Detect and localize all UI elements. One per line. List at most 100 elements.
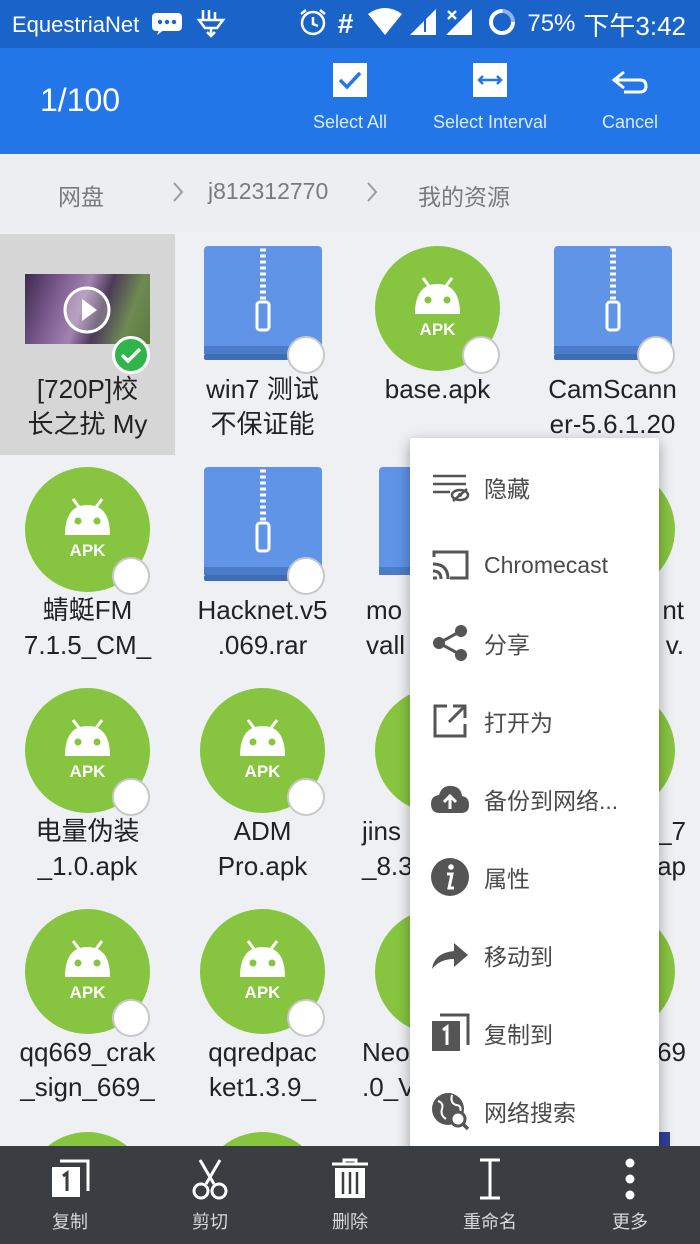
file-name: 电量伪装 _1.0.apk (35, 816, 140, 881)
undo-icon (610, 48, 650, 104)
web-search-icon (430, 1091, 470, 1131)
chevron-right-icon (170, 178, 186, 210)
menu-item-web-search[interactable]: 网络搜索 (410, 1072, 659, 1150)
menu-label: Chromecast (484, 551, 608, 578)
file-tile[interactable]: APK base.apk (350, 234, 525, 455)
hide-icon (430, 467, 470, 507)
android-apk-icon (200, 1132, 325, 1146)
menu-item-copy-to[interactable]: 复制到 (410, 994, 659, 1072)
cut-button[interactable]: 剪切 (140, 1146, 280, 1244)
carrier-name: EquestriaNet (12, 12, 140, 37)
bottom-toolbar: 复制 剪切 删除 重命名 更多 (0, 1146, 700, 1244)
copy-icon (50, 1146, 90, 1204)
menu-label: 分享 (484, 632, 530, 658)
move-icon (430, 935, 470, 975)
copy-to-icon (430, 1013, 470, 1053)
more-label: 更多 (612, 1212, 648, 1232)
file-tile[interactable]: [720P]校 长之扰 My (0, 234, 175, 455)
file-tile[interactable]: Hacknet.v5 .069.rar (175, 455, 350, 676)
cut-label: 剪切 (192, 1212, 228, 1232)
menu-label: 隐藏 (484, 476, 530, 502)
menu-item-hide[interactable]: 隐藏 (410, 448, 659, 526)
select-interval-button[interactable]: Select Interval (420, 48, 560, 154)
menu-label: 备份到网络... (484, 788, 619, 814)
battery-ring-icon (487, 7, 517, 41)
select-checkbox[interactable] (462, 336, 500, 374)
delete-label: 删除 (332, 1212, 368, 1232)
select-checkbox[interactable] (287, 557, 325, 595)
rename-button[interactable]: 重命名 (420, 1146, 560, 1244)
selected-check[interactable] (112, 336, 150, 374)
breadcrumb-my-resources[interactable]: 我的资源 (418, 178, 510, 212)
file-name: win7 测试 不保证能 (206, 374, 319, 439)
rename-label: 重命名 (463, 1212, 517, 1232)
file-name: Hacknet.v5 .069.rar (197, 595, 328, 660)
scissors-icon (190, 1146, 230, 1204)
file-name: CamScann er-5.6.1.20 (548, 374, 677, 439)
select-checkbox[interactable] (287, 336, 325, 374)
battery-percent: 75% (527, 10, 576, 37)
file-tile[interactable]: APK qq669_crak _sign_669_ (0, 897, 175, 1118)
copy-button[interactable]: 复制 (0, 1146, 140, 1244)
file-name: qq669_crak _sign_669_ (19, 1037, 156, 1102)
select-interval-label: Select Interval (432, 112, 548, 132)
file-name: 蜻蜓FM 7.1.5_CM_ (23, 595, 152, 660)
text-cursor-icon (475, 1146, 505, 1204)
breadcrumb-netdisk[interactable]: 网盘 (58, 178, 104, 212)
select-checkbox[interactable] (287, 999, 325, 1037)
info-icon (430, 857, 470, 897)
breadcrumb: 网盘 j812312770 我的资源 (0, 154, 700, 232)
menu-label: 复制到 (484, 1022, 553, 1048)
file-tile[interactable]: APK qqredpac ket1.3.9_ (175, 897, 350, 1118)
chevron-right-icon (364, 178, 380, 210)
menu-item-open-as[interactable]: 打开为 (410, 682, 659, 760)
file-name: qqredpac ket1.3.9_ (208, 1037, 317, 1102)
file-tile[interactable]: CamScann er-5.6.1.20 (525, 234, 700, 455)
menu-item-backup[interactable]: 备份到网络... (410, 760, 659, 838)
selection-count: 1/100 (40, 82, 121, 118)
menu-item-chromecast[interactable]: Chromecast (410, 526, 659, 604)
file-tile[interactable]: APK 电量伪装 _1.0.apk (0, 676, 175, 897)
menu-label: 属性 (484, 866, 530, 892)
menu-label: 网络搜索 (484, 1100, 576, 1126)
menu-label: 移动到 (484, 944, 553, 970)
hash-icon: # (337, 8, 354, 39)
interval-icon (472, 48, 508, 104)
cancel-button[interactable]: Cancel (585, 48, 675, 154)
delete-button[interactable]: 删除 (280, 1146, 420, 1244)
file-tile[interactable]: APK ADM Pro.apk (175, 676, 350, 897)
cloud-upload-icon (430, 779, 470, 819)
download-gesture-icon (195, 8, 227, 42)
file-name: [720P]校 长之扰 My (27, 374, 148, 439)
file-name: ADM Pro.apk (217, 816, 308, 881)
clock: 下午3:42 (583, 10, 686, 41)
file-tile[interactable]: APK 蜻蜓FM 7.1.5_CM_ (0, 455, 175, 676)
menu-item-share[interactable]: 分享 (410, 604, 659, 682)
menu-label: 打开为 (484, 710, 553, 736)
select-checkbox[interactable] (112, 999, 150, 1037)
message-icon (151, 11, 183, 39)
open-as-icon (430, 701, 470, 741)
menu-item-properties[interactable]: 属性 (410, 838, 659, 916)
select-all-button[interactable]: Select All (295, 48, 405, 154)
select-checkbox[interactable] (112, 557, 150, 595)
file-name: base.apk (384, 374, 491, 404)
copy-label: 复制 (52, 1212, 88, 1232)
select-checkbox[interactable] (112, 778, 150, 816)
more-vert-icon (623, 1146, 637, 1204)
more-button[interactable]: 更多 (560, 1146, 700, 1244)
share-icon (430, 623, 470, 663)
cast-icon (430, 545, 470, 585)
selection-action-bar: 1/100 Select All Select Interval Cancel (0, 48, 700, 154)
breadcrumb-user[interactable]: j812312770 (208, 178, 328, 205)
no-signal-icon (445, 8, 473, 40)
play-icon (63, 286, 111, 334)
trash-icon (330, 1146, 370, 1204)
status-bar: EquestriaNet # 75% 下午3:42 (0, 0, 700, 48)
select-all-label: Select All (312, 112, 388, 132)
overflow-menu: 隐藏 Chromecast 分享 打开为 备份到网络... 属性 移动到 复制到… (410, 438, 659, 1154)
select-checkbox[interactable] (637, 336, 675, 374)
menu-item-move-to[interactable]: 移动到 (410, 916, 659, 994)
file-tile[interactable]: win7 测试 不保证能 (175, 234, 350, 455)
select-checkbox[interactable] (287, 778, 325, 816)
